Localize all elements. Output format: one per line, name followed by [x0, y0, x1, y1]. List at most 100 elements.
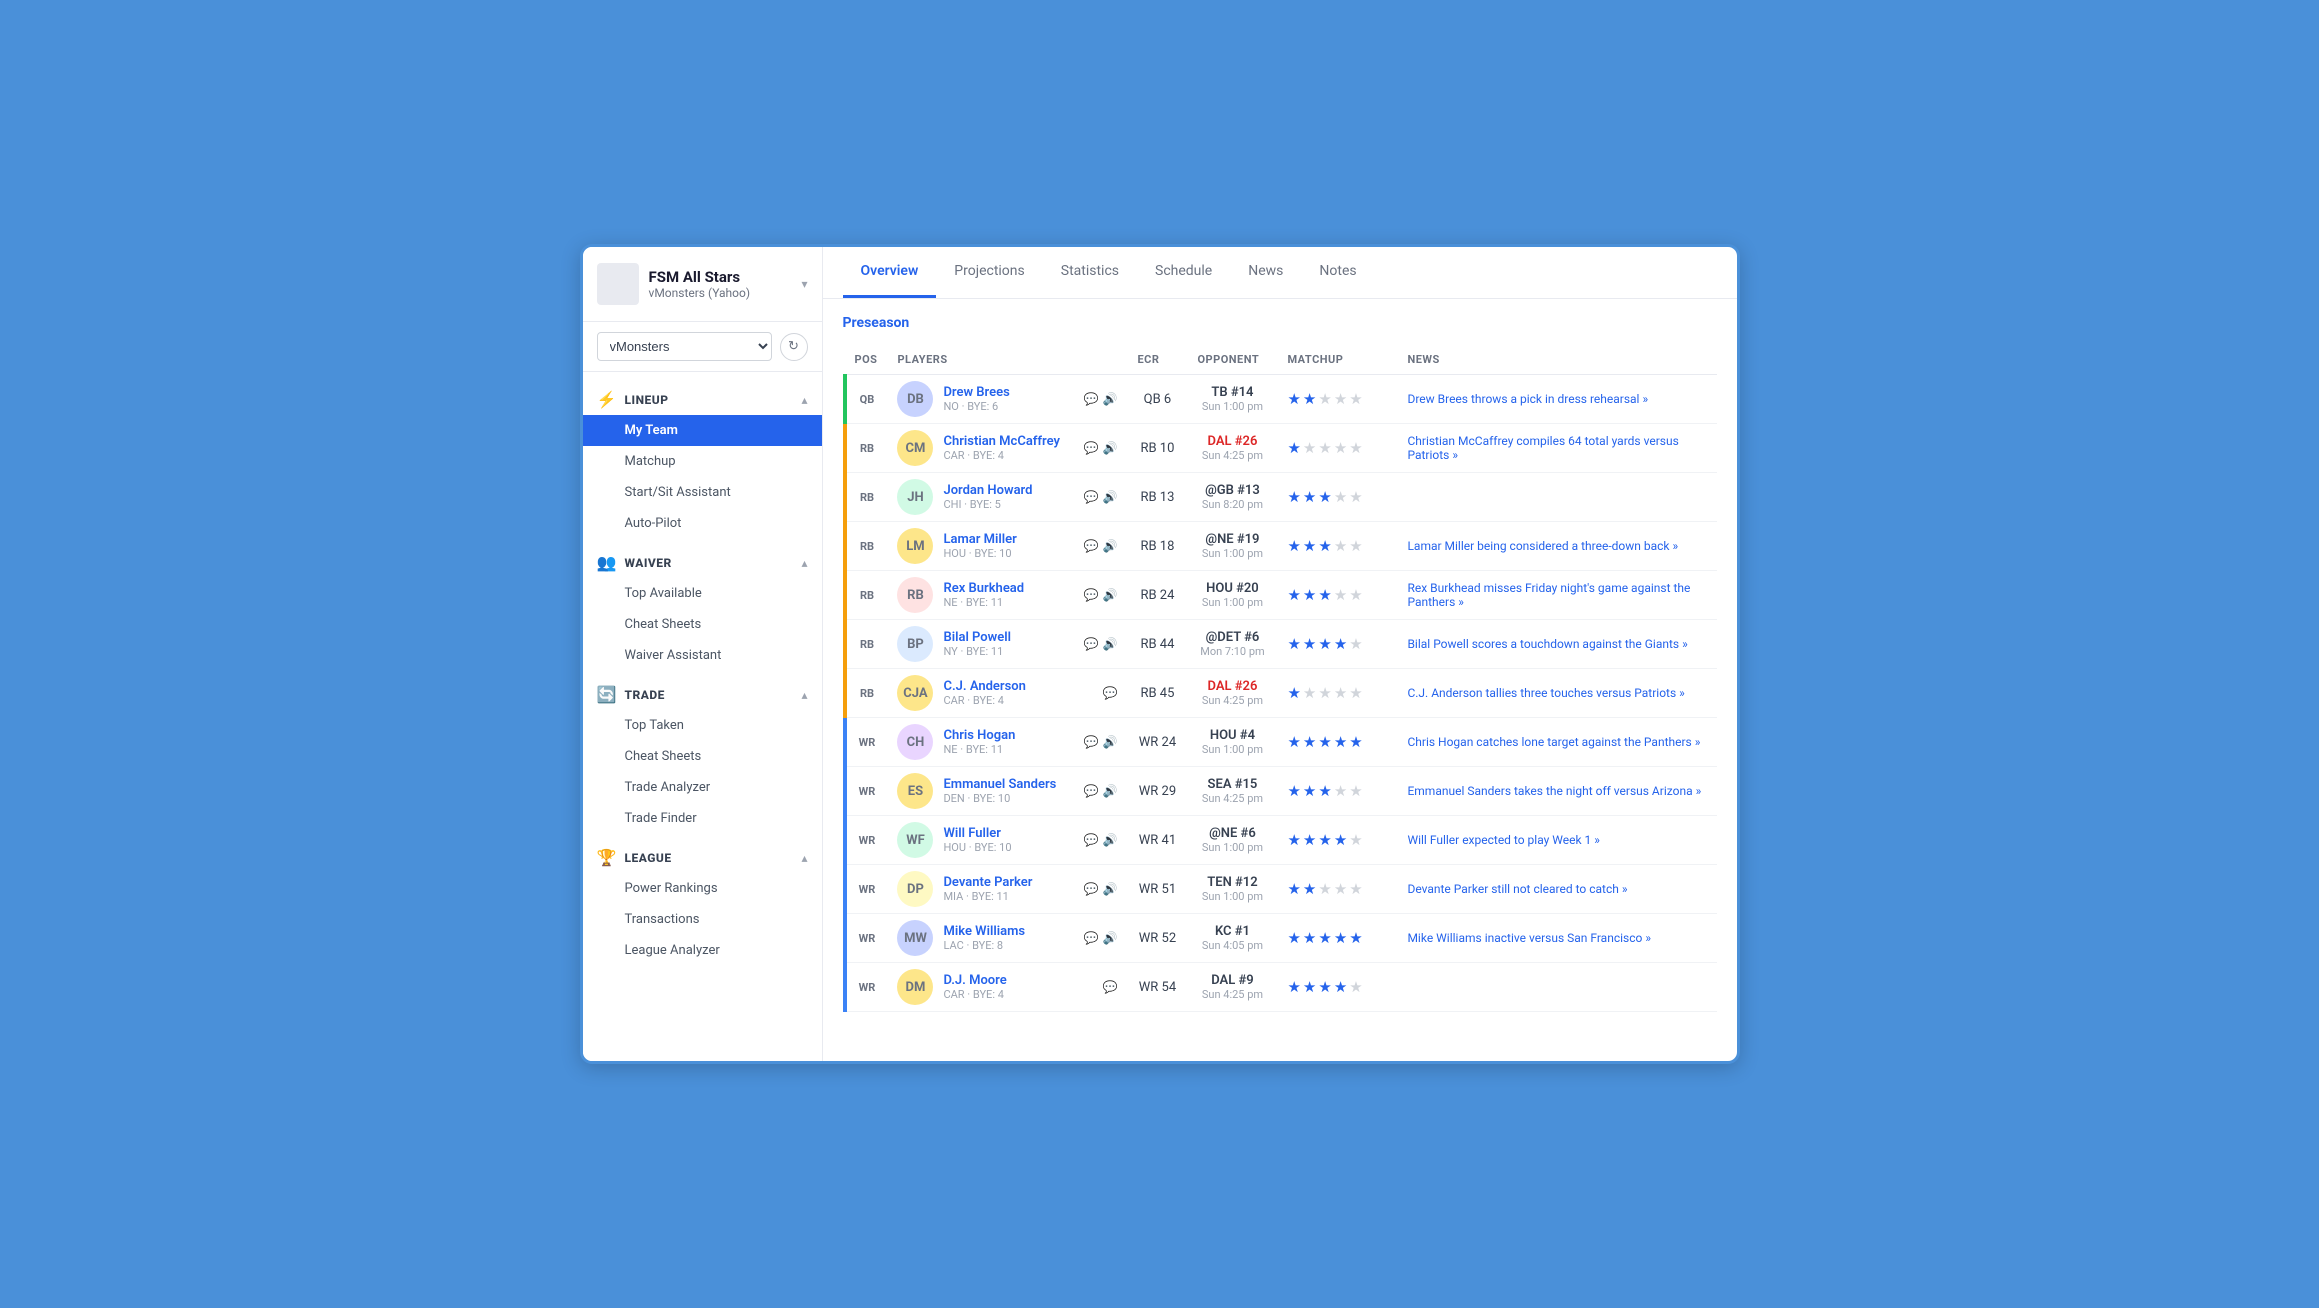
player-name[interactable]: C.J. Anderson: [943, 679, 1092, 694]
player-name[interactable]: Bilal Powell: [943, 630, 1073, 645]
opponent-cell: TEN #12 Sun 1:00 pm: [1187, 865, 1277, 914]
message-icon[interactable]: 💬: [1103, 686, 1118, 700]
opponent-cell: @DET #6 Mon 7:10 pm: [1187, 620, 1277, 669]
message-icon[interactable]: 💬: [1084, 392, 1099, 406]
audio-icon[interactable]: 🔊: [1103, 784, 1118, 798]
audio-icon[interactable]: 🔊: [1103, 882, 1118, 896]
audio-icon[interactable]: 🔊: [1103, 833, 1118, 847]
sidebar-item-waiver-assistant[interactable]: Waiver Assistant: [583, 640, 822, 671]
message-icon[interactable]: 💬: [1084, 784, 1099, 798]
message-icon[interactable]: 💬: [1084, 441, 1099, 455]
news-cell[interactable]: Christian McCaffrey compiles 64 total ya…: [1397, 424, 1716, 473]
news-cell[interactable]: Rex Burkhead misses Friday night's game …: [1397, 571, 1716, 620]
opponent-cell: TB #14 Sun 1:00 pm: [1187, 375, 1277, 424]
news-cell[interactable]: Drew Brees throws a pick in dress rehear…: [1397, 375, 1716, 424]
audio-icon[interactable]: 🔊: [1103, 392, 1118, 406]
news-cell[interactable]: Bilal Powell scores a touchdown against …: [1397, 620, 1716, 669]
ecr-cell: RB 24: [1127, 571, 1187, 620]
news-cell[interactable]: Emmanuel Sanders takes the night off ver…: [1397, 767, 1716, 816]
nav-section-header-waiver[interactable]: 👥 WAIVER ▴: [583, 543, 822, 578]
filled-star: ★: [1334, 929, 1347, 947]
empty-star: ★: [1318, 390, 1331, 408]
news-cell[interactable]: Devante Parker still not cleared to catc…: [1397, 865, 1716, 914]
message-icon[interactable]: 💬: [1084, 490, 1099, 504]
audio-icon[interactable]: 🔊: [1103, 588, 1118, 602]
sidebar-item-my-team[interactable]: My Team: [583, 415, 822, 446]
message-icon[interactable]: 💬: [1084, 588, 1099, 602]
player-name[interactable]: Chris Hogan: [943, 728, 1073, 743]
sidebar-item-power-rankings[interactable]: Power Rankings: [583, 873, 822, 904]
filled-star: ★: [1303, 537, 1316, 555]
tab-projections[interactable]: Projections: [936, 247, 1042, 298]
player-name[interactable]: Christian McCaffrey: [943, 434, 1073, 449]
news-cell[interactable]: Mike Williams inactive versus San Franci…: [1397, 914, 1716, 963]
player-meta: NO · BYE: 6: [943, 400, 1073, 413]
opponent-rank: @NE #19: [1197, 532, 1267, 547]
matchup-cell: ★★★★★: [1277, 620, 1397, 669]
nav-section-header-trade[interactable]: 🔄 TRADE ▴: [583, 675, 822, 710]
message-icon[interactable]: 💬: [1084, 637, 1099, 651]
app-frame: FSM All Stars vMonsters (Yahoo) ▾ vMonst…: [580, 244, 1740, 1064]
player-name[interactable]: Mike Williams: [943, 924, 1073, 939]
message-icon[interactable]: 💬: [1084, 833, 1099, 847]
tab-schedule[interactable]: Schedule: [1137, 247, 1230, 298]
tab-notes[interactable]: Notes: [1301, 247, 1374, 298]
sidebar-item-auto-pilot[interactable]: Auto-Pilot: [583, 508, 822, 539]
sidebar-item-league-analyzer[interactable]: League Analyzer: [583, 935, 822, 966]
message-icon[interactable]: 💬: [1103, 980, 1118, 994]
news-cell[interactable]: Chris Hogan catches lone target against …: [1397, 718, 1716, 767]
refresh-button[interactable]: ↻: [780, 333, 808, 361]
tab-statistics[interactable]: Statistics: [1043, 247, 1137, 298]
player-name[interactable]: Emmanuel Sanders: [943, 777, 1073, 792]
news-cell[interactable]: C.J. Anderson tallies three touches vers…: [1397, 669, 1716, 718]
message-icon[interactable]: 💬: [1084, 882, 1099, 896]
player-name[interactable]: D.J. Moore: [943, 973, 1092, 988]
message-icon[interactable]: 💬: [1084, 539, 1099, 553]
sidebar-item-cheat-sheets-waiver[interactable]: Cheat Sheets: [583, 609, 822, 640]
league-select[interactable]: vMonsters: [597, 332, 772, 361]
audio-icon[interactable]: 🔊: [1103, 931, 1118, 945]
player-name[interactable]: Devante Parker: [943, 875, 1073, 890]
empty-star: ★: [1334, 537, 1347, 555]
audio-icon[interactable]: 🔊: [1103, 637, 1118, 651]
sidebar-item-top-available[interactable]: Top Available: [583, 578, 822, 609]
matchup-cell: ★★★★★: [1277, 424, 1397, 473]
audio-icon[interactable]: 🔊: [1103, 441, 1118, 455]
opponent-cell: @NE #19 Sun 1:00 pm: [1187, 522, 1277, 571]
sidebar-item-top-taken[interactable]: Top Taken: [583, 710, 822, 741]
ecr-cell: WR 54: [1127, 963, 1187, 1012]
avatar: BP: [897, 626, 933, 662]
sidebar-item-trade-finder[interactable]: Trade Finder: [583, 803, 822, 834]
nav-section-header-lineup[interactable]: ⚡ LINEUP ▴: [583, 380, 822, 415]
sidebar-item-transactions[interactable]: Transactions: [583, 904, 822, 935]
message-icon[interactable]: 💬: [1084, 735, 1099, 749]
sidebar-item-matchup[interactable]: Matchup: [583, 446, 822, 477]
player-name[interactable]: Jordan Howard: [943, 483, 1073, 498]
message-icon[interactable]: 💬: [1084, 931, 1099, 945]
player-name[interactable]: Drew Brees: [943, 385, 1073, 400]
player-name[interactable]: Lamar Miller: [943, 532, 1073, 547]
sidebar-item-start-sit[interactable]: Start/Sit Assistant: [583, 477, 822, 508]
chevron-down-icon[interactable]: ▾: [801, 277, 807, 291]
sidebar-item-trade-analyzer[interactable]: Trade Analyzer: [583, 772, 822, 803]
tab-news[interactable]: News: [1230, 247, 1301, 298]
player-name[interactable]: Rex Burkhead: [943, 581, 1073, 596]
chevron-up-icon: ▴: [801, 393, 807, 407]
audio-icon[interactable]: 🔊: [1103, 490, 1118, 504]
tab-overview[interactable]: Overview: [843, 247, 937, 298]
news-cell[interactable]: Lamar Miller being considered a three-do…: [1397, 522, 1716, 571]
player-name[interactable]: Will Fuller: [943, 826, 1073, 841]
avatar: DP: [897, 871, 933, 907]
news-cell[interactable]: Will Fuller expected to play Week 1 »: [1397, 816, 1716, 865]
player-cell: CH Chris Hogan NE · BYE: 11 💬 🔊: [887, 718, 1127, 767]
pos-cell: WR: [845, 767, 888, 816]
audio-icon[interactable]: 🔊: [1103, 735, 1118, 749]
empty-star: ★: [1349, 880, 1362, 898]
sidebar-item-cheat-sheets-trade[interactable]: Cheat Sheets: [583, 741, 822, 772]
nav-section-header-league[interactable]: 🏆 LEAGUE ▴: [583, 838, 822, 873]
filled-star: ★: [1318, 586, 1331, 604]
matchup-cell: ★★★★★: [1277, 914, 1397, 963]
audio-icon[interactable]: 🔊: [1103, 539, 1118, 553]
game-time: Sun 4:25 pm: [1197, 694, 1267, 707]
player-meta: NY · BYE: 11: [943, 645, 1073, 658]
